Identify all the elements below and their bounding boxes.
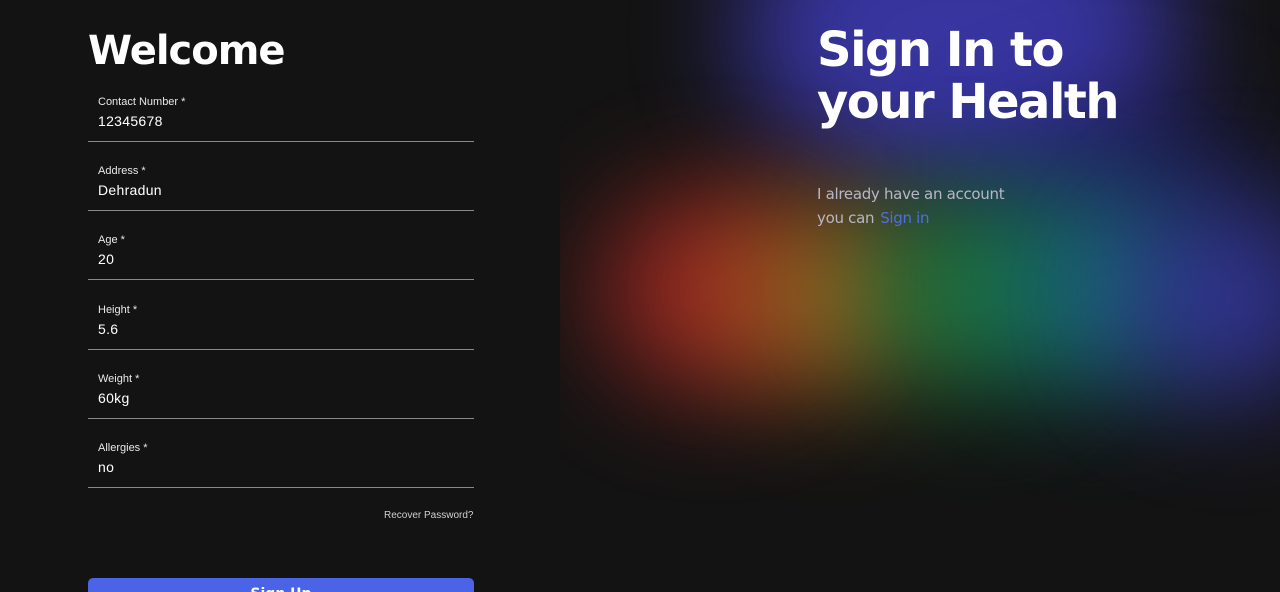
hero-heading-line1: Sign In to: [817, 22, 1064, 78]
contact-number-label: Contact Number *: [98, 96, 186, 108]
contact-number-field: Contact Number *: [88, 96, 474, 142]
age-label: Age *: [98, 234, 125, 246]
height-label: Height *: [98, 304, 138, 316]
account-prompt: I already have an account you can Sign in: [817, 182, 1005, 230]
signup-panel: Welcome Contact Number * Address * Age *…: [0, 0, 560, 592]
page-title: Welcome: [88, 28, 286, 74]
weight-input[interactable]: [98, 387, 458, 409]
weight-label: Weight *: [98, 373, 140, 385]
allergies-field: Allergies *: [88, 442, 474, 488]
weight-field: Weight *: [88, 373, 474, 419]
address-field: Address *: [88, 165, 474, 211]
hero-heading-line2: your Health: [817, 74, 1120, 130]
sign-in-link[interactable]: Sign in: [880, 209, 929, 227]
height-input[interactable]: [98, 318, 458, 340]
sign-up-button[interactable]: Sign Up: [88, 578, 474, 592]
height-field: Height *: [88, 304, 474, 350]
age-field: Age *: [88, 234, 474, 280]
account-prompt-text: you can: [817, 209, 875, 227]
recover-password-link[interactable]: Recover Password?: [384, 510, 473, 521]
contact-number-input[interactable]: [98, 110, 458, 132]
age-input[interactable]: [98, 248, 458, 270]
hero-heading: Sign In to your Health: [817, 22, 1120, 130]
address-label: Address *: [98, 165, 146, 177]
address-input[interactable]: [98, 179, 458, 201]
allergies-label: Allergies *: [98, 442, 148, 454]
account-prompt-line2: you can Sign in: [817, 206, 1004, 230]
account-prompt-line1: I already have an account: [817, 185, 1005, 203]
allergies-input[interactable]: [98, 456, 458, 478]
